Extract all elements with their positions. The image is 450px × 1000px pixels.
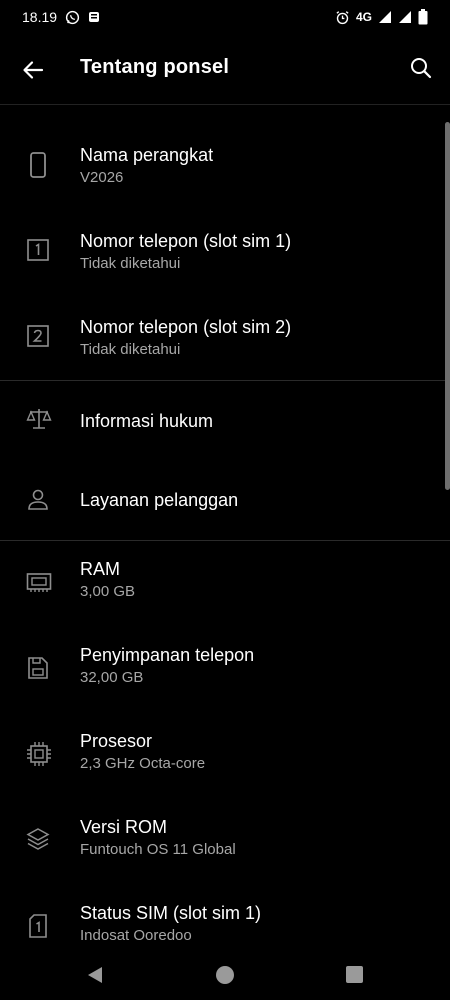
settings-list: Nama perangkat V2026 Nomor telepon (slot… <box>0 104 450 950</box>
signal-sim1-icon <box>378 10 392 24</box>
storage-icon <box>26 656 50 680</box>
list-item-legal-information[interactable]: Informasi hukum <box>0 381 450 461</box>
list-item-label: Layanan pelanggan <box>80 490 239 510</box>
search-button[interactable] <box>408 55 434 81</box>
list-item-label: Nomor telepon (slot sim 2) <box>80 317 292 337</box>
scrollbar[interactable] <box>445 122 450 490</box>
list-item-label: Penyimpanan telepon <box>80 645 255 665</box>
alarm-icon <box>335 10 350 25</box>
nav-recents-button[interactable] <box>346 966 363 983</box>
cpu-icon <box>26 741 51 766</box>
app-bar: Tentang ponsel <box>0 34 450 105</box>
list-item-label: Nomor telepon (slot sim 1) <box>80 231 292 251</box>
sim-1-icon <box>26 238 50 262</box>
list-item-sim-status[interactable]: Status SIM (slot sim 1) Indosat Ooredoo <box>0 885 450 950</box>
sim-2-icon <box>26 324 50 348</box>
arrow-left-icon <box>23 61 44 79</box>
list-item-value: 32,00 GB <box>80 669 144 686</box>
clock: 18.19 <box>22 9 58 25</box>
battery-icon <box>418 9 428 25</box>
list-item-processor[interactable]: Prosesor 2,3 GHz Octa-core <box>0 713 450 799</box>
list-item-customer-service[interactable]: Layanan pelanggan <box>0 461 450 540</box>
nav-back-button[interactable] <box>86 966 104 984</box>
list-item-value: Tidak diketahui <box>80 341 181 358</box>
list-item-value: Indosat Ooredoo <box>80 927 192 944</box>
list-item-value: 2,3 GHz Octa-core <box>80 755 206 772</box>
page-title: Tentang ponsel <box>80 56 230 78</box>
list-item-value: Tidak diketahui <box>80 255 181 272</box>
list-item-label: RAM <box>80 559 120 579</box>
list-item-label: Status SIM (slot sim 1) <box>80 903 262 923</box>
list-item-phone-number-sim2[interactable]: Nomor telepon (slot sim 2) Tidak diketah… <box>0 298 450 380</box>
list-item-value: 3,00 GB <box>80 583 136 600</box>
phone-icon <box>26 152 50 178</box>
list-item-ram[interactable]: RAM 3,00 GB <box>0 541 450 627</box>
sim-card-1-icon <box>26 913 50 938</box>
search-icon <box>411 58 432 79</box>
navigation-bar <box>0 950 450 1000</box>
triangle-back-icon <box>88 967 102 983</box>
nav-home-button[interactable] <box>216 966 234 984</box>
list-item-value: V2026 <box>80 169 124 186</box>
list-item-device-name[interactable]: Nama perangkat V2026 <box>0 126 450 212</box>
list-item-label: Versi ROM <box>80 817 168 837</box>
scale-icon <box>26 407 52 431</box>
list-item-label: Informasi hukum <box>80 411 214 431</box>
network-type: 4G <box>355 10 372 24</box>
list-item-rom-version[interactable]: Versi ROM Funtouch OS 11 Global <box>0 799 450 885</box>
list-item-value: Funtouch OS 11 Global <box>80 841 236 858</box>
signal-sim2-icon <box>398 10 412 24</box>
list-item-label: Nama perangkat <box>80 145 214 165</box>
back-button[interactable] <box>18 55 48 85</box>
status-bar-right: 4G <box>335 9 428 25</box>
notification-app-icon <box>88 11 100 23</box>
status-bar-left: 18.19 <box>22 9 100 25</box>
status-bar: 18.19 4G <box>0 0 450 34</box>
person-icon <box>26 488 50 512</box>
list-item-label: Prosesor <box>80 731 153 751</box>
whatsapp-icon <box>65 10 80 25</box>
layers-icon <box>26 827 50 851</box>
list-item-phone-storage[interactable]: Penyimpanan telepon 32,00 GB <box>0 627 450 713</box>
ram-icon <box>26 570 52 594</box>
list-item-phone-number-sim1[interactable]: Nomor telepon (slot sim 1) Tidak diketah… <box>0 212 450 298</box>
